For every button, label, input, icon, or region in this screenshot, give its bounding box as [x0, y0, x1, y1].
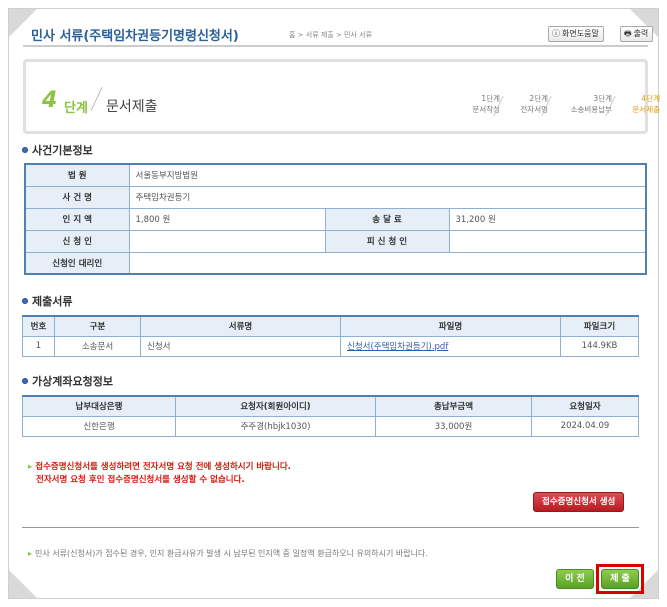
footnote-text: 민사 서류(신청서)가 접수된 경우, 인지 환급사유가 발생 시 납부된 인지… [35, 549, 428, 558]
case-name-value: 주택임차권등기 [128, 185, 647, 209]
section-title-text: 가상계좌요청정보 [32, 375, 113, 388]
requester: 주주경(hbjk1030) [175, 415, 376, 437]
respondent-label: 피 신 청 인 [324, 229, 450, 253]
info-icon: ⓘ [552, 29, 560, 38]
section-title-text: 사건기본정보 [32, 144, 93, 157]
table-row: 사 건 명 주택임차권등기 [24, 185, 647, 209]
step-label: 문서제출 [106, 99, 158, 115]
divider [22, 527, 639, 528]
table-row: 법 원 서울동부지방법원 [24, 163, 647, 187]
table-row: 1 소송문서 신청서 신청서(주택임차권등기).pdf 144.9KB [22, 335, 639, 357]
table-row: 신 청 인 피 신 청 인 [24, 229, 647, 253]
stamp-fee-label: 인 지 액 [24, 207, 130, 231]
bullet-icon [22, 378, 28, 384]
doc-file-cell: 신청서(주택임차권등기).pdf [340, 335, 561, 357]
column-header: 파일명 [340, 315, 561, 337]
page-header: 민사 서류(주택임차권등기명령신청서) 홈 > 서류 제출 > 민사 서류 ⓘ 화… [23, 15, 654, 47]
notice-line-2: 전자서명 요청 후인 접수증명신청서를 생성할 수 없습니다. [36, 475, 245, 485]
help-button-label: 화면도움말 [562, 29, 599, 38]
doc-name: 신청서 [140, 335, 341, 357]
column-header: 요청일자 [531, 395, 639, 417]
column-header: 요청자(회원아이디) [175, 395, 376, 417]
submit-button[interactable]: 제 출 [601, 569, 639, 589]
bullet-icon [22, 298, 28, 304]
applicant-value [128, 229, 326, 253]
step-item-num: 2단계 [529, 94, 548, 103]
breadcrumb: 홈 > 서류 제출 > 민사 서류 [289, 31, 373, 39]
arrow-icon: ▸ [28, 462, 33, 472]
printer-icon: 🖶 [624, 29, 632, 38]
prev-button[interactable]: 이 전 [556, 569, 594, 589]
step-number: 4 [42, 88, 58, 113]
column-header: 납부대상은행 [22, 395, 176, 417]
step-item-num: 4단계 [641, 94, 660, 103]
doc-size: 144.9KB [560, 335, 639, 357]
stamp-fee-value: 1,800 원 [128, 207, 326, 231]
step-divider [90, 87, 103, 111]
column-header: 구분 [54, 315, 141, 337]
doc-type: 소송문서 [54, 335, 141, 357]
agent-label: 신청인 대리인 [24, 251, 130, 275]
file-link[interactable]: 신청서(주택임차권등기).pdf [347, 342, 448, 352]
table-header-row: 번호 구분 서류명 파일명 파일크기 [22, 315, 639, 337]
table-row: 인 지 액 1,800 원 송 달 료 31,200 원 [24, 207, 647, 231]
court-value: 서울동부지방법원 [128, 163, 647, 187]
step-indicator: 4 단계 문서제출 1단계 문서작성 2단계 전자서명 3단계 소송비용납부 4… [23, 59, 660, 134]
bullet-icon [22, 147, 28, 153]
column-header: 번호 [22, 315, 55, 337]
bank-name: 신한은행 [22, 415, 176, 437]
column-header: 파일크기 [560, 315, 639, 337]
service-fee-label: 송 달 료 [324, 207, 450, 231]
request-date: 2024.04.09 [531, 415, 639, 437]
documents-table: 번호 구분 서류명 파일명 파일크기 1 소송문서 신청서 신청서(주택임차권등… [22, 315, 639, 357]
case-name-label: 사 건 명 [24, 185, 130, 209]
generate-receipt-certificate-button[interactable]: 접수증명신청서 생성 [533, 492, 625, 512]
notice-message: ▸ 접수증명신청서를 생성하려면 전자서명 요청 전에 생성하시기 바랍니다. 전… [28, 461, 618, 487]
notice-line-1: 접수증명신청서를 생성하려면 전자서명 요청 전에 생성하시기 바랍니다. [35, 462, 291, 472]
section-title-virtual-account: 가상계좌요청정보 [22, 373, 113, 389]
service-fee-value: 31,200 원 [448, 207, 647, 231]
step-item-num: 1단계 [481, 94, 500, 103]
print-button[interactable]: 🖶 출력 [620, 26, 654, 42]
table-header-row: 납부대상은행 요청자(회원아이디) 총납부금액 요청일자 [22, 395, 639, 417]
section-title-documents: 제출서류 [22, 293, 72, 309]
step-item-name: 문서제출 [632, 105, 660, 114]
column-header: 총납부금액 [375, 395, 532, 417]
total-amount: 33,000원 [375, 415, 532, 437]
agent-value [128, 251, 647, 275]
step-item-name: 소송비용납부 [570, 105, 612, 114]
step-item-4: 4단계 문서제출 [605, 93, 664, 119]
section-title-case-info: 사건기본정보 [22, 142, 93, 158]
virtual-account-table: 납부대상은행 요청자(회원아이디) 총납부금액 요청일자 신한은행 주주경(hb… [22, 395, 639, 437]
arrow-icon: ▸ [28, 549, 33, 558]
case-info-table: 법 원 서울동부지방법원 사 건 명 주택임차권등기 인 지 액 1,800 원… [24, 163, 647, 275]
page-title: 민사 서류(주택임차권등기명령신청서) [31, 29, 239, 44]
court-label: 법 원 [24, 163, 130, 187]
print-button-label: 출력 [633, 29, 649, 38]
table-row: 신청인 대리인 [24, 251, 647, 275]
column-header: 서류명 [140, 315, 341, 337]
help-button[interactable]: ⓘ 화면도움말 [548, 26, 604, 42]
table-row: 신한은행 주주경(hbjk1030) 33,000원 2024.04.09 [22, 415, 639, 437]
respondent-value [448, 229, 647, 253]
doc-number: 1 [22, 335, 55, 357]
corner-decoration [9, 570, 37, 598]
step-item-num: 3단계 [593, 94, 612, 103]
footnote: ▸ 민사 서류(신청서)가 접수된 경우, 인지 환급사유가 발생 시 납부된 인… [28, 548, 428, 559]
applicant-label: 신 청 인 [24, 229, 130, 253]
step-word: 단계 [64, 101, 88, 116]
section-title-text: 제출서류 [32, 295, 73, 308]
